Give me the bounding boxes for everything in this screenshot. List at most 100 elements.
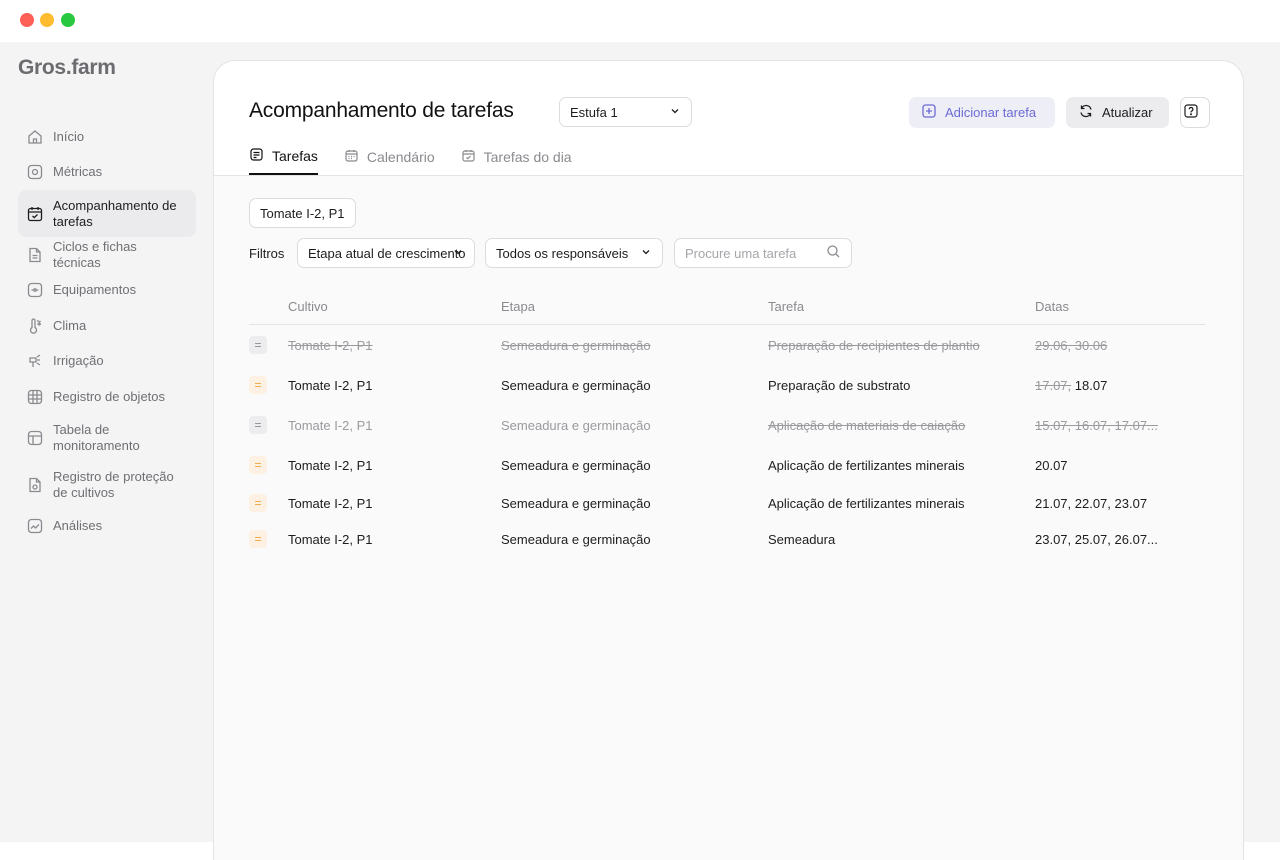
close-window-button[interactable] <box>20 13 34 27</box>
row-dates: 21.07, 22.07, 23.07 <box>1035 495 1148 511</box>
table-row[interactable]: = Tomate I-2, P1 Semeadura e germinação … <box>249 485 1205 521</box>
column-header-stage[interactable]: Etapa <box>501 299 768 314</box>
sidebar-item-clima[interactable]: Clima <box>18 308 196 344</box>
row-stage: Semeadura e germinação <box>501 417 651 433</box>
sidebar-item-ciclos[interactable]: Ciclos e fichas técnicas <box>18 237 196 273</box>
row-stage: Semeadura e germinação <box>501 337 651 353</box>
main-panel: Acompanhamento de tarefas Estufa 1 Adici… <box>213 60 1244 860</box>
sidebar-item-label: Equipamentos <box>53 282 137 298</box>
home-icon <box>26 128 44 146</box>
refresh-button[interactable]: Atualizar <box>1066 97 1169 128</box>
grid-icon <box>26 388 44 406</box>
row-dates-done: 15.07, 16.07, 17.07... <box>1035 417 1158 433</box>
sidebar-item-label: Acompanhamento de tarefas <box>53 197 177 229</box>
row-crop: Tomate I-2, P1 <box>288 457 373 473</box>
minimize-window-button[interactable] <box>40 13 54 27</box>
sidebar-item-label: Tabela de monitoramento <box>53 422 140 453</box>
filters-label: Filtros <box>249 246 285 261</box>
sidebar-item-registro-protecao[interactable]: Registro de proteção de cultivos <box>18 462 196 509</box>
table-row[interactable]: = Tomate I-2, P1 Semeadura e germinação … <box>249 521 1205 557</box>
stage-filter-select[interactable]: Etapa atual de crescimento <box>297 238 475 268</box>
tab-calendario[interactable]: Calendário <box>344 139 435 175</box>
thermometer-icon <box>26 317 44 335</box>
tab-tarefas[interactable]: Tarefas <box>249 139 318 175</box>
tasks-table: Cultivo Etapa Tarefa Datas = Tomate I-2,… <box>249 289 1205 557</box>
task-search-input[interactable] <box>685 245 815 261</box>
row-task: Aplicação de materiais de caiação <box>768 417 966 433</box>
row-dates: 23.07, 25.07, 26.07... <box>1035 531 1158 547</box>
sidebar-item-label: Início <box>53 128 85 144</box>
table-header: Cultivo Etapa Tarefa Datas <box>249 289 1205 325</box>
sidebar-item-label: Clima <box>53 317 87 333</box>
table-row[interactable]: = Tomate I-2, P1 Semeadura e germinação … <box>249 405 1205 445</box>
maximize-window-button[interactable] <box>61 13 75 27</box>
greenhouse-select-value: Estufa 1 <box>570 104 618 120</box>
tab-tarefas-do-dia[interactable]: Tarefas do dia <box>461 139 572 175</box>
sidebar-item-label: Análises <box>53 518 103 534</box>
sidebar-item-equipamentos[interactable]: Equipamentos <box>18 273 196 309</box>
table-row[interactable]: = Tomate I-2, P1 Semeadura e germinação … <box>249 445 1205 485</box>
sidebar-item-metricas[interactable]: Métricas <box>18 155 196 191</box>
sidebar-item-label: Métricas <box>53 164 103 180</box>
sprinkler-icon <box>26 352 44 370</box>
sidebar-item-tabela-monitoramento[interactable]: Tabela de monitoramento <box>18 415 196 462</box>
sidebar-item-label: Registro de proteção de cultivos <box>53 469 174 500</box>
window-titlebar <box>0 0 1280 42</box>
column-header-crop[interactable]: Cultivo <box>288 299 501 314</box>
search-icon[interactable] <box>826 244 841 262</box>
priority-medium-icon: = <box>249 530 267 548</box>
sidebar-item-inicio[interactable]: Início <box>18 119 196 155</box>
row-stage: Semeadura e germinação <box>501 457 651 473</box>
table-row[interactable]: = Tomate I-2, P1 Semeadura e germinação … <box>249 325 1205 365</box>
sidebar-item-analises[interactable]: Análises <box>18 509 196 545</box>
priority-medium-icon: = <box>249 376 267 394</box>
tab-bar: Tarefas Calendário Tarefas do dia <box>249 139 598 175</box>
responsible-filter-value: Todos os responsáveis <box>496 245 629 261</box>
plus-square-icon <box>921 103 945 122</box>
responsible-filter-select[interactable]: Todos os responsáveis <box>485 238 663 268</box>
sidebar-item-label: Ciclos e fichas técnicas <box>53 238 137 270</box>
row-task: Preparação de substrato <box>768 377 911 393</box>
column-header-task[interactable]: Tarefa <box>768 299 1035 314</box>
row-dates: 20.07 <box>1035 457 1068 473</box>
greenhouse-select[interactable]: Estufa 1 <box>559 97 692 127</box>
tab-label: Tarefas do dia <box>483 149 572 165</box>
row-crop: Tomate I-2, P1 <box>288 495 373 511</box>
task-search <box>674 238 852 268</box>
sidebar-item-acompanhamento[interactable]: Acompanhamento de tarefas <box>18 190 196 237</box>
sidebar-item-label: Irrigação <box>53 353 104 369</box>
priority-medium-icon: = <box>249 416 267 434</box>
refresh-icon <box>1078 103 1102 122</box>
help-button[interactable] <box>1180 97 1210 128</box>
row-task: Aplicação de fertilizantes minerais <box>768 457 965 473</box>
chevron-down-icon <box>452 246 464 261</box>
help-icon <box>1184 104 1206 121</box>
table-icon <box>26 429 44 447</box>
priority-medium-icon: = <box>249 336 267 354</box>
row-stage: Semeadura e germinação <box>501 495 651 511</box>
document-icon <box>26 246 44 264</box>
row-crop: Tomate I-2, P1 <box>288 417 373 433</box>
chevron-down-icon <box>669 105 681 120</box>
table-row[interactable]: = Tomate I-2, P1 Semeadura e germinação … <box>249 365 1205 405</box>
priority-medium-icon: = <box>249 456 267 474</box>
stage-filter-value: Etapa atual de crescimento <box>308 245 466 261</box>
row-crop: Tomate I-2, P1 <box>288 377 373 393</box>
crop-filter-chip[interactable]: Tomate I-2, P1 <box>249 198 356 228</box>
chart-icon <box>26 517 44 535</box>
tab-label: Calendário <box>366 149 435 165</box>
add-task-label: Adicionar tarefa <box>945 105 1037 120</box>
row-dates-done: 29.06, 30.06 <box>1035 337 1108 353</box>
sidebar-item-irrigacao[interactable]: Irrigação <box>18 344 196 380</box>
sidebar-item-label: Registro de objetos <box>53 388 166 404</box>
add-task-button[interactable]: Adicionar tarefa <box>909 97 1055 128</box>
sidebar-item-registro-objetos[interactable]: Registro de objetos <box>18 379 196 415</box>
protection-doc-icon <box>26 476 44 494</box>
row-task: Semeadura <box>768 531 836 547</box>
app-logo: Gros.farm <box>18 56 116 79</box>
chevron-down-icon <box>640 246 652 261</box>
column-header-dates[interactable]: Datas <box>1035 299 1205 314</box>
row-task: Preparação de recipientes de plantio <box>768 337 980 353</box>
app-window: Gros.farm Início Métricas Acompanhamento… <box>0 42 1280 860</box>
main-header: Acompanhamento de tarefas Estufa 1 Adici… <box>214 61 1243 176</box>
